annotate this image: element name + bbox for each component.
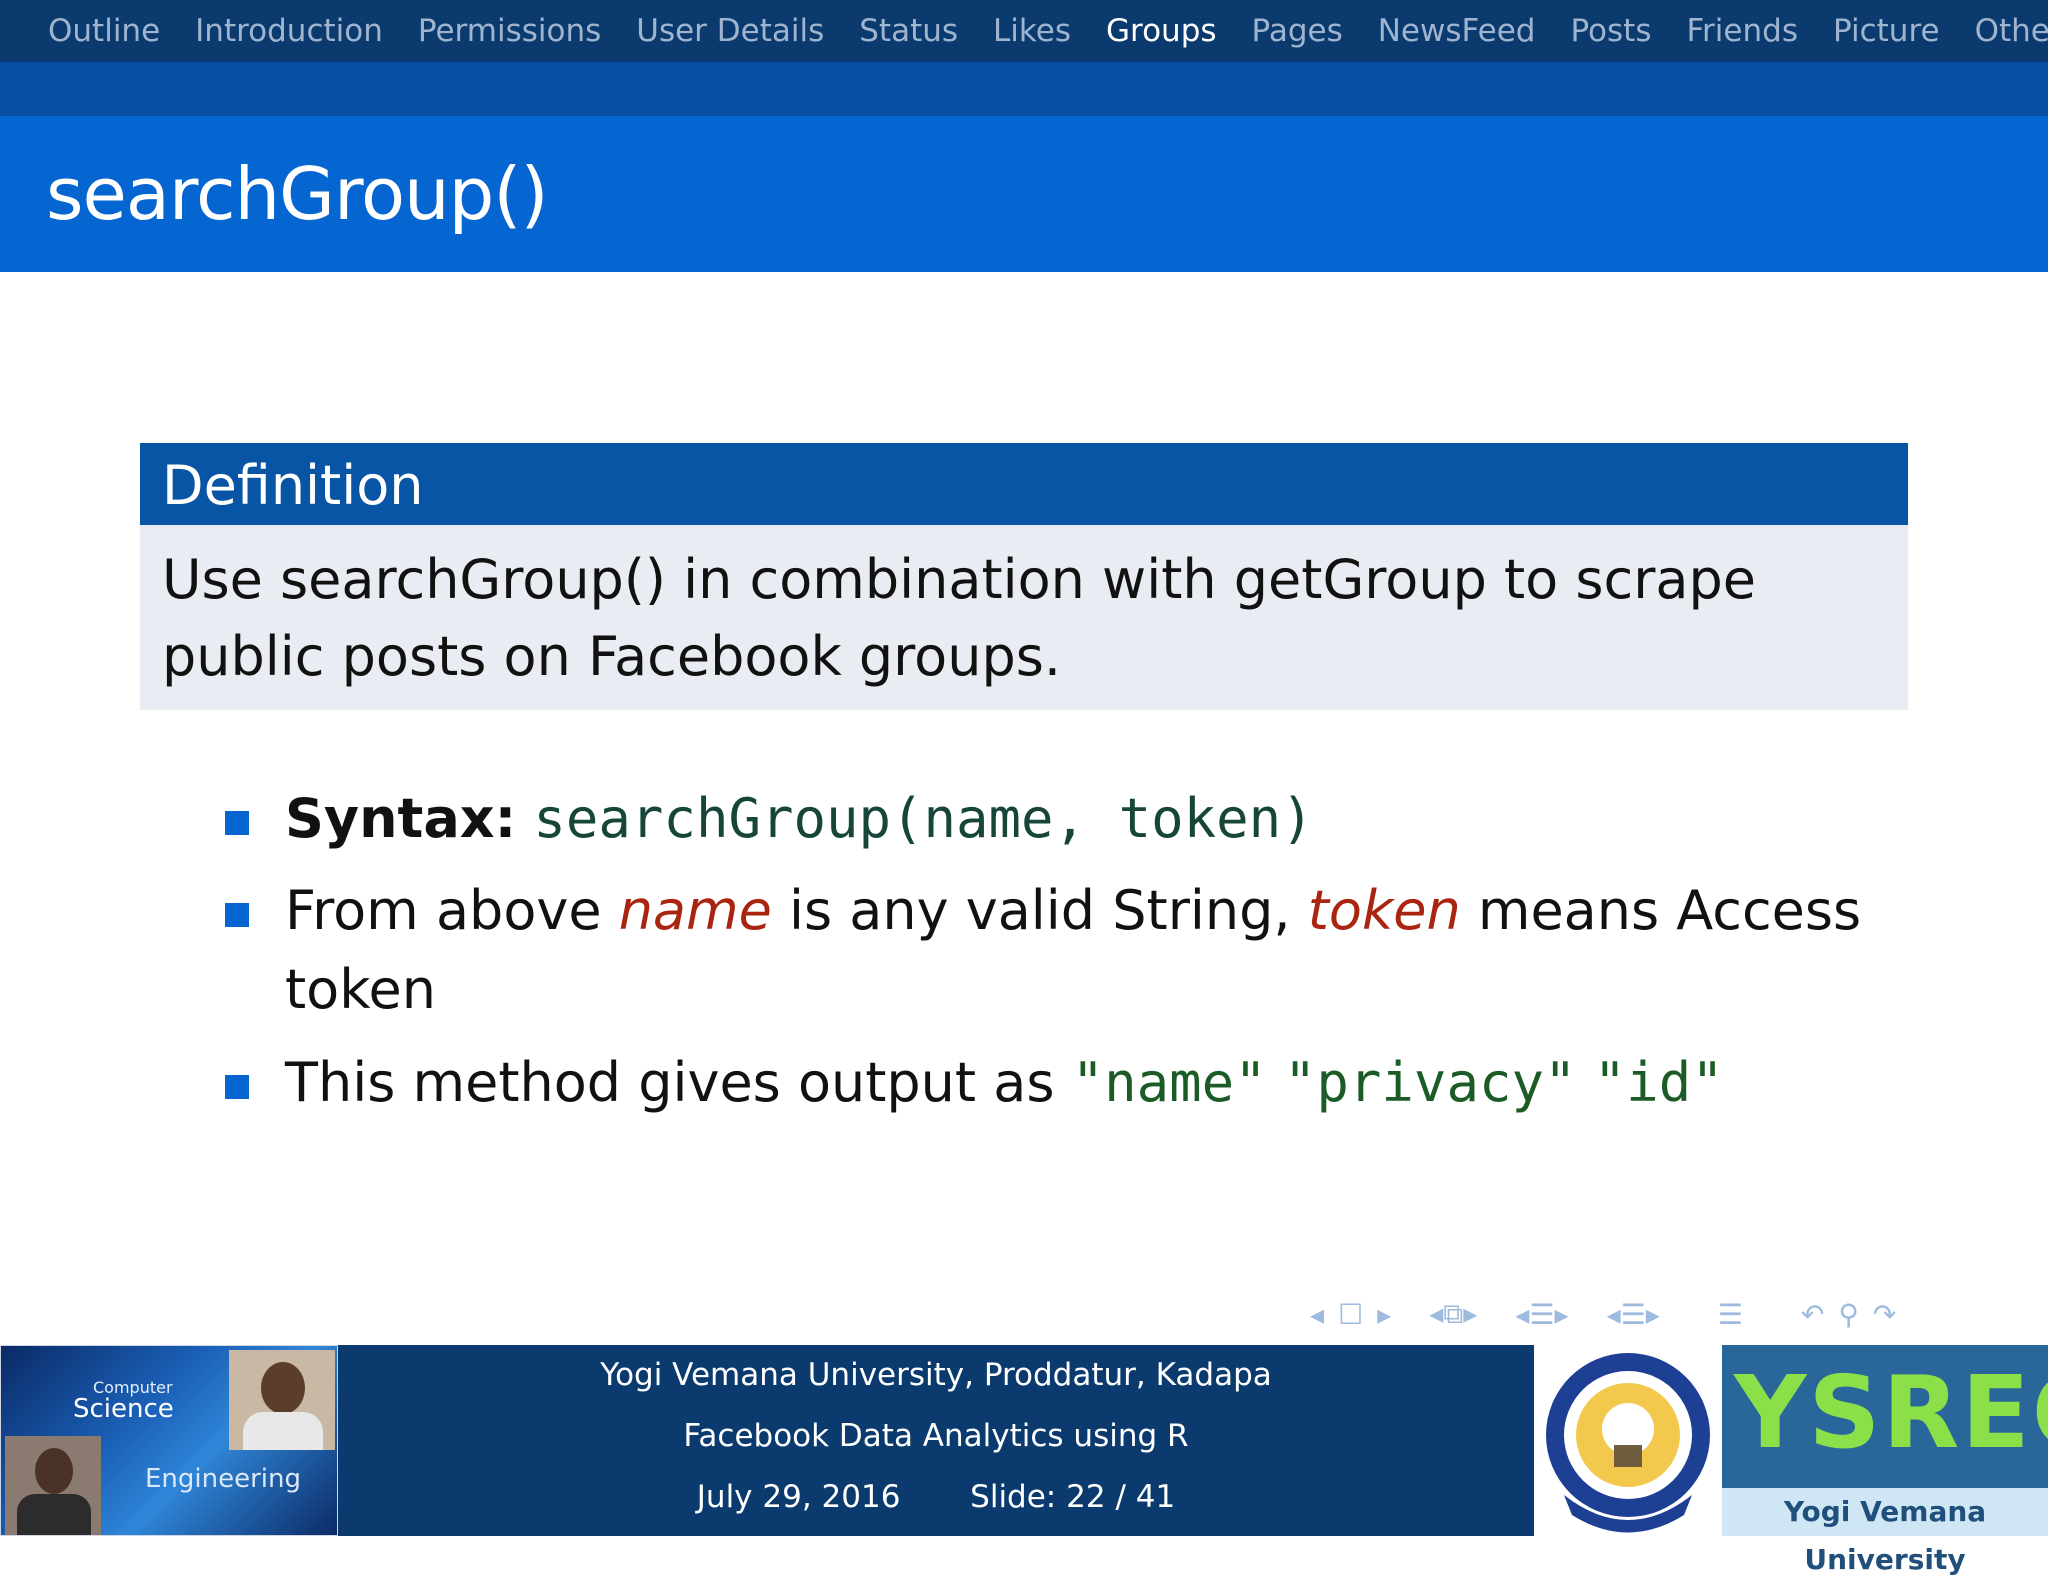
footer-slide-total: 41 xyxy=(1135,1479,1176,1515)
nav-subsection-icon[interactable]: ◂⧉▸ xyxy=(1429,1297,1477,1331)
footer-slide-label: Slide: xyxy=(970,1479,1057,1515)
faculty-photo xyxy=(5,1436,101,1535)
bullet-square-icon xyxy=(225,903,249,927)
nav-frame-icon[interactable]: ☐ xyxy=(1338,1298,1363,1331)
bullet-square-icon xyxy=(225,1075,249,1099)
nav-item-user-details[interactable]: User Details xyxy=(636,13,824,49)
section-nav-bar: Outline Introduction Permissions User De… xyxy=(0,0,2048,62)
bullet-syntax: Syntax: searchGroup(name, token) xyxy=(225,779,1925,858)
nav-item-status[interactable]: Status xyxy=(859,13,958,49)
output-field-privacy: "privacy" xyxy=(1283,1051,1577,1114)
output-field-id: "id" xyxy=(1593,1051,1724,1114)
footer-date-slide: July 29, 2016 Slide: 22 / 41 xyxy=(696,1479,1176,1515)
param-text-mid: is any valid String, xyxy=(771,879,1308,942)
bullet-square-icon xyxy=(225,811,249,835)
ysrec-logo-subtext: Yogi Vemana University xyxy=(1722,1488,2048,1576)
footer-date: July 29, 2016 xyxy=(696,1479,901,1515)
definition-heading: Definition xyxy=(162,454,424,517)
definition-text: Use searchGroup() in combination with ge… xyxy=(162,548,1757,688)
nav-frame-prev-icon[interactable]: ◂ xyxy=(1310,1298,1324,1331)
student-photo xyxy=(229,1350,335,1450)
nav-frame-next-icon[interactable]: ▸ xyxy=(1377,1298,1391,1331)
definition-header: Definition xyxy=(140,443,1908,525)
bullet-parameters: From above name is any valid String, tok… xyxy=(225,871,1925,1029)
nav-item-outline[interactable]: Outline xyxy=(48,13,160,49)
university-seal-icon xyxy=(1546,1353,1710,1533)
footer-slide-current: 22 xyxy=(1066,1479,1106,1515)
beamer-nav-symbols: ◂ ☐ ▸ ◂⧉▸ ◂☰▸ ◂☰▸ ☰ ↶ ⚲ ↷ xyxy=(1310,1296,1896,1332)
param-text-pre: From above xyxy=(285,879,619,942)
nav-item-friends[interactable]: Friends xyxy=(1686,13,1797,49)
nav-item-others[interactable]: Others xyxy=(1975,13,2048,49)
ysrec-logo: YSREC Yogi Vemana University xyxy=(1722,1345,2048,1576)
nav-item-newsfeed[interactable]: NewsFeed xyxy=(1378,13,1536,49)
nav-item-permissions[interactable]: Permissions xyxy=(418,13,601,49)
nav-section-icon[interactable]: ◂☰▸ xyxy=(1515,1298,1568,1331)
nav-item-picture[interactable]: Picture xyxy=(1833,13,1940,49)
footer-presentation-title: Facebook Data Analytics using R xyxy=(683,1418,1189,1454)
nav-section-icon[interactable]: ◂☰▸ xyxy=(1607,1298,1660,1331)
nav-subsection-band xyxy=(0,62,2048,116)
nav-item-groups[interactable]: Groups xyxy=(1106,13,1217,49)
param-token: token xyxy=(1307,879,1461,942)
nav-item-pages[interactable]: Pages xyxy=(1252,13,1343,49)
nav-redo-icon[interactable]: ↷ xyxy=(1873,1298,1896,1331)
photo-caption-science: Science xyxy=(73,1394,174,1424)
footer-info: Yogi Vemana University, Proddatur, Kadap… xyxy=(338,1345,1534,1536)
param-name: name xyxy=(618,879,772,942)
slide-title: searchGroup() xyxy=(46,152,549,236)
ysrec-logo-text: YSREC xyxy=(1734,1354,2048,1471)
definition-body: Use searchGroup() in combination with ge… xyxy=(140,525,1908,710)
photo-caption-engineering: Engineering xyxy=(145,1464,301,1494)
output-text: This method gives output as xyxy=(285,1051,1072,1114)
nav-doc-icon[interactable]: ☰ xyxy=(1718,1298,1743,1331)
nav-item-introduction[interactable]: Introduction xyxy=(195,13,383,49)
nav-item-likes[interactable]: Likes xyxy=(993,13,1071,49)
nav-item-posts[interactable]: Posts xyxy=(1570,13,1651,49)
nav-undo-icon[interactable]: ↶ xyxy=(1801,1298,1824,1331)
university-seal xyxy=(1534,1345,1722,1536)
output-field-name: "name" xyxy=(1071,1051,1267,1114)
bullet-output: This method gives output as "name" "priv… xyxy=(225,1043,1925,1122)
footer-photo-collage: Computer Science Engineering xyxy=(0,1345,338,1536)
nav-search-icon[interactable]: ⚲ xyxy=(1838,1298,1859,1331)
syntax-code: searchGroup(name, token) xyxy=(533,787,1314,850)
footer-institution: Yogi Vemana University, Proddatur, Kadap… xyxy=(600,1357,1272,1393)
syntax-label: Syntax: xyxy=(285,787,517,850)
